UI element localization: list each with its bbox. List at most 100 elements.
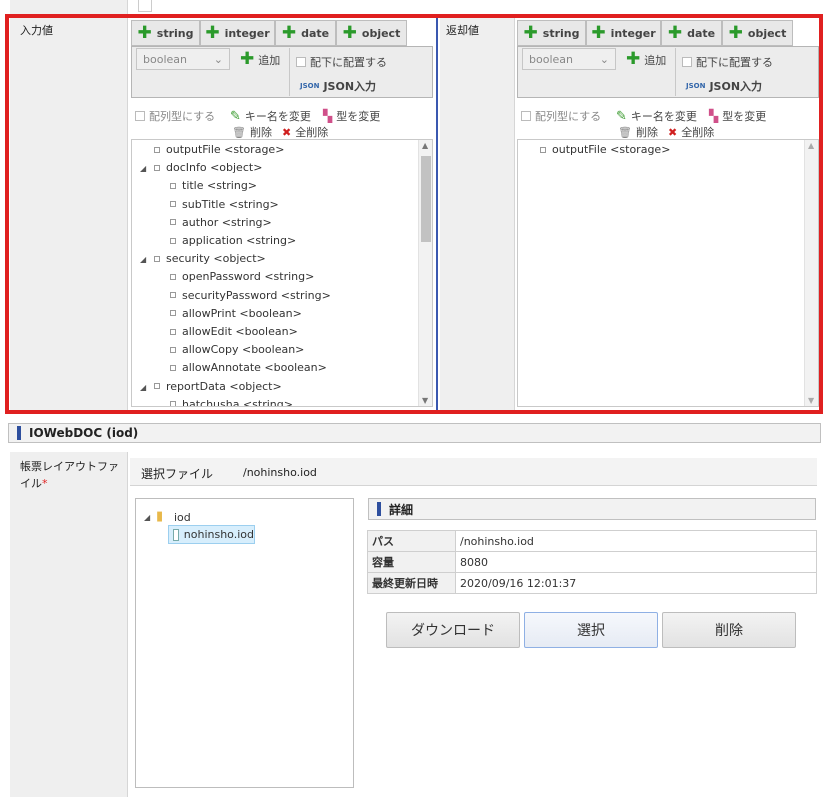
checkbox-icon [682,57,692,67]
plus-icon: ✚ [342,22,357,43]
tree-node[interactable]: allowEdit <boolean> [170,325,298,338]
return-json-button[interactable]: JSON JSON入力 [686,78,762,94]
node-icon [170,237,176,244]
return-rename-key-button[interactable]: ✎ キー名を変更 [616,108,697,124]
return-tab-date[interactable]: ✚ date [661,20,722,46]
tree-node-label: title <string> [182,179,258,193]
iowebdoc-header: IOWebDOC (iod) [8,423,821,443]
table-row: 容量 8080 [367,551,817,573]
tree-node[interactable]: docInfo <object> [154,161,262,174]
return-change-type-button[interactable]: ▚ 型を変更 [709,108,766,124]
tree-node-label: subTitle <string> [182,197,279,211]
plus-icon: ✚ [667,22,683,43]
return-add-button[interactable]: ✚ 追加 [626,51,666,68]
input-tab-object[interactable]: ✚ object [336,20,407,46]
scroll-down-icon[interactable]: ▼ [422,396,428,405]
folder-name[interactable]: iod [174,511,191,524]
plus-icon: ✚ [591,22,606,43]
tree-node-label: outputFile <storage> [552,143,671,156]
input-label-col [10,18,128,410]
tree-node[interactable]: allowCopy <boolean> [170,343,304,356]
input-add-button[interactable]: ✚ 追加 [240,51,280,68]
return-tree[interactable]: outputFile <storage> ▲ ▼ [517,139,819,407]
plus-icon: ✚ [205,22,220,43]
tree-node[interactable]: hatchusha <string> [170,397,293,407]
tree-node[interactable]: openPassword <string> [170,270,314,283]
node-icon [170,310,176,317]
select-button[interactable]: 選択 [524,612,658,648]
return-tab-object[interactable]: ✚ object [722,20,793,46]
node-icon [170,201,176,208]
tree-node[interactable]: application <string> [170,234,296,247]
layout-file-label: 帳票レイアウトファイル* [20,460,119,490]
scroll-down-icon[interactable]: ▼ [808,396,814,405]
checkbox-icon [135,111,145,121]
expand-arrow-icon[interactable]: ◢ [144,513,150,522]
input-type-select[interactable]: boolean ⌄ [136,48,230,70]
input-place-below-checkbox[interactable]: 配下に配置する [296,54,387,70]
plus-icon: ✚ [728,22,743,43]
top-label-strip [10,0,128,14]
node-icon [170,328,176,335]
node-icon [170,182,176,189]
type-blocks-icon: ▚ [323,109,333,123]
input-rename-key-button[interactable]: ✎ キー名を変更 [230,108,311,124]
plus-icon: ✚ [137,22,152,43]
input-delete-all-button[interactable]: ✖ 全削除 [282,124,328,140]
expand-arrow-icon[interactable]: ◢ [140,164,146,173]
tree-node[interactable]: outputFile <storage> [154,143,284,156]
return-tree-scrollbar[interactable]: ▲ ▼ [804,140,818,406]
tree-node[interactable]: author <string> [170,216,272,229]
download-button[interactable]: ダウンロード [386,612,520,648]
file-icon [173,528,179,541]
input-tab-integer[interactable]: ✚ integer [200,20,275,46]
close-icon: ✖ [282,125,292,139]
tree-node[interactable]: outputFile <storage> [540,143,670,156]
selected-file-label: 選択ファイル [141,467,214,481]
input-array-checkbox[interactable]: 配列型にする [135,108,215,124]
node-icon [154,255,160,262]
return-tab-string[interactable]: ✚ string [517,20,586,46]
tree-node[interactable]: subTitle <string> [170,198,279,211]
top-input-sliver [138,0,152,12]
return-place-below-checkbox[interactable]: 配下に配置する [682,54,773,70]
tree-node[interactable]: security <object> [154,252,266,265]
return-label-col [440,18,515,410]
expand-arrow-icon[interactable]: ◢ [140,383,146,392]
return-delete-button[interactable]: 🗑 削除 [618,124,658,140]
return-array-checkbox[interactable]: 配列型にする [521,108,601,124]
return-delete-all-button[interactable]: ✖ 全削除 [668,124,714,140]
trash-icon: 🗑 [232,125,246,139]
file-tree[interactable]: ◢ ▮ iod nohinsho.iod [135,498,354,788]
return-separator [675,48,676,96]
input-tab-date[interactable]: ✚ date [275,20,336,46]
plus-icon: ✚ [281,22,297,43]
return-type-select[interactable]: boolean ⌄ [522,48,616,70]
folder-icon: ▮ [156,509,164,524]
tree-node[interactable]: allowAnnotate <boolean> [170,361,327,374]
return-tab-integer[interactable]: ✚ integer [586,20,661,46]
tree-node-label: hatchusha <string> [182,397,293,407]
input-tree-scrollbar[interactable]: ▲ ▼ [418,140,432,406]
input-delete-button[interactable]: 🗑 削除 [232,124,272,140]
tree-node[interactable]: reportData <object> [154,380,282,393]
scroll-up-icon[interactable]: ▲ [422,141,428,150]
table-row: 最終更新日時 2020/09/16 12:01:37 [367,572,817,594]
scroll-thumb[interactable] [421,156,431,242]
input-change-type-button[interactable]: ▚ 型を変更 [323,108,380,124]
tree-node[interactable]: title <string> [170,179,257,192]
layout-label-col [10,452,128,797]
input-tree[interactable]: outputFile <storage> ◢ docInfo <object> tit… [131,139,433,407]
delete-button[interactable]: 削除 [662,612,796,648]
input-json-button[interactable]: JSON JSON入力 [300,78,376,94]
tree-node[interactable]: allowPrint <boolean> [170,307,302,320]
checkbox-icon [521,111,531,121]
selected-file-node[interactable]: nohinsho.iod [168,525,255,544]
node-icon [170,364,176,371]
input-tab-string[interactable]: ✚ string [131,20,200,46]
expand-arrow-icon[interactable]: ◢ [140,255,146,264]
scroll-up-icon[interactable]: ▲ [808,141,814,150]
node-icon [154,164,160,171]
tree-node[interactable]: securityPassword <string> [170,289,331,302]
pencil-icon: ✎ [616,108,627,124]
